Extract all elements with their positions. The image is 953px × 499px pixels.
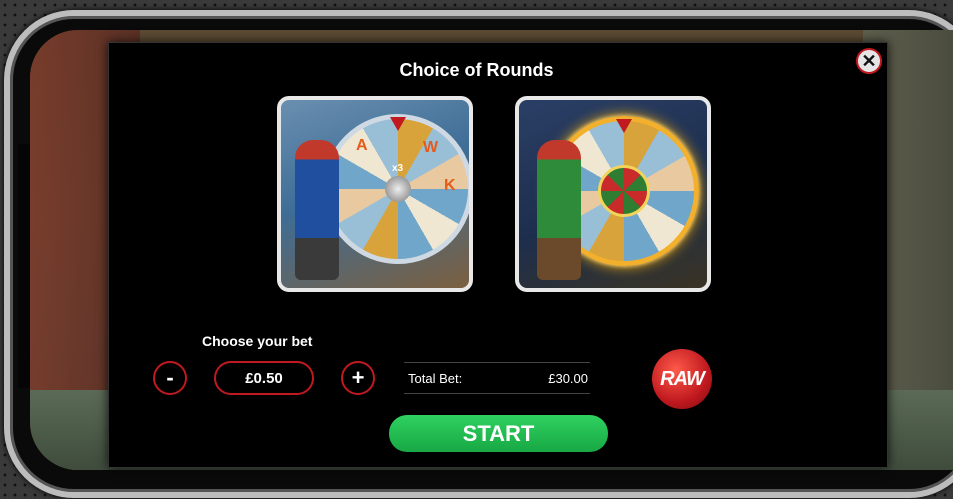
raw-logo: RAW [652,349,712,409]
total-bet-box: Total Bet: £30.00 [404,362,590,394]
wheel-letter: W [423,139,439,156]
increase-bet-button[interactable]: + [341,361,375,395]
modal-title: Choice of Rounds [399,60,554,80]
start-button[interactable]: START [389,415,608,452]
round-option-standard-wheel[interactable]: A W K x3 [277,96,473,292]
wheel-image: A W K x3 [323,114,469,264]
wheel-multiplier: x3 [392,163,404,174]
total-bet-value: £30.00 [548,371,588,386]
choice-of-rounds-modal [108,42,888,468]
wheel-pointer-icon [616,119,632,133]
wheel-hub [385,176,411,202]
wheel-letter: K [444,177,456,194]
round-option-golden-wheel[interactable] [515,96,711,292]
wheel-letter: A [356,137,368,154]
wheel-pointer-icon [390,117,406,131]
close-button[interactable]: ✕ [856,48,882,74]
wheel-hub [598,165,650,217]
character-figure-blue-coat [295,140,339,280]
choose-bet-label: Choose your bet [202,333,313,349]
bet-value-display: £0.50 [214,361,314,395]
total-bet-label: Total Bet: [408,371,463,386]
close-icon: ✕ [861,51,877,71]
character-figure-green-coat [537,140,581,280]
decrease-bet-button[interactable]: - [153,361,187,395]
